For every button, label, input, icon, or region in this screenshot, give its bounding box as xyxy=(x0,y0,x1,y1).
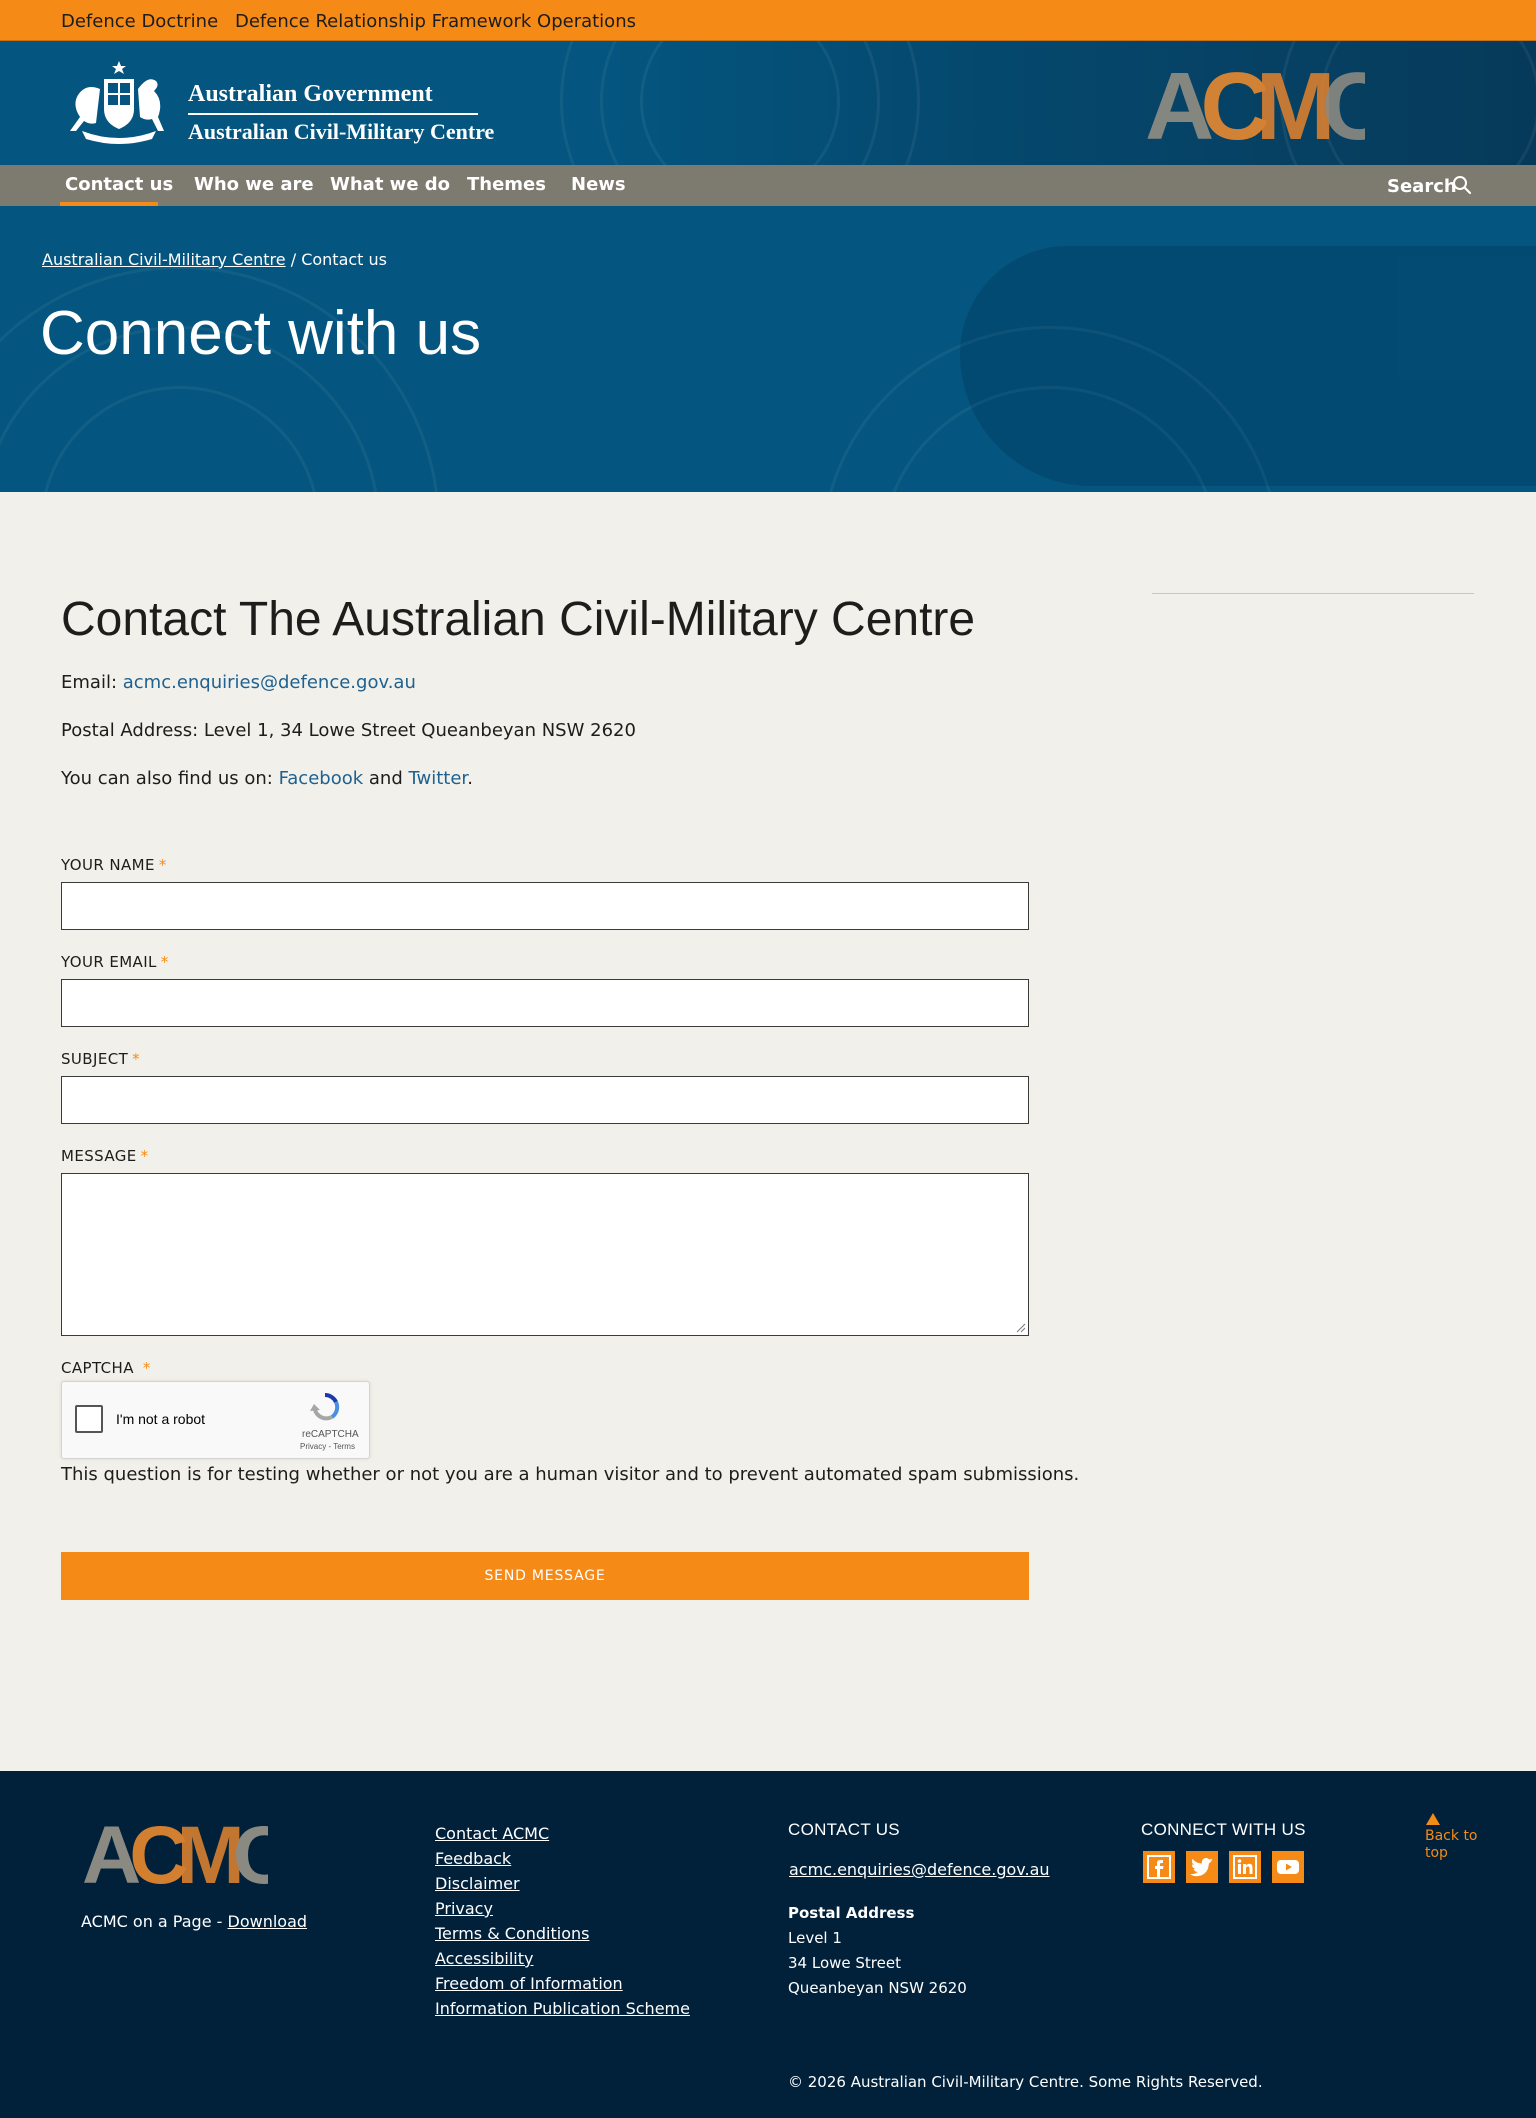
captcha-help-text: This question is for testing whether or … xyxy=(61,1464,1080,1485)
nav-themes[interactable]: Themes xyxy=(467,174,546,195)
download-link[interactable]: Download xyxy=(228,1912,308,1931)
nav-what-we-do[interactable]: What we do xyxy=(330,174,450,195)
back-to-top-label: Back to top xyxy=(1425,1828,1478,1861)
twitter-icon[interactable] xyxy=(1186,1851,1218,1883)
nav-contact-us[interactable]: Contact us xyxy=(65,174,173,195)
footer-postal-line: Level 1 xyxy=(788,1929,842,1947)
page-title: Connect with us xyxy=(40,299,482,368)
required-mark: * xyxy=(140,1147,149,1165)
footer-postal-title: Postal Address xyxy=(788,1904,915,1922)
subject-label-text: SUBJECT xyxy=(61,1050,129,1068)
required-mark: * xyxy=(160,953,169,971)
email-line: Email: acmc.enquiries@defence.gov.au xyxy=(61,672,416,693)
coat-of-arms-icon[interactable] xyxy=(60,59,178,145)
name-input[interactable] xyxy=(61,882,1029,930)
utility-bar: Defence Doctrine Defence Relationship Fr… xyxy=(0,0,1536,41)
recaptcha-privacy-terms[interactable]: Privacy - Terms xyxy=(300,1442,355,1451)
facebook-link[interactable]: Facebook xyxy=(279,768,364,789)
breadcrumb-separator: / xyxy=(290,250,297,269)
recaptcha-checkbox[interactable] xyxy=(75,1405,103,1433)
recaptcha-brand: reCAPTCHA xyxy=(302,1429,359,1440)
required-mark: * xyxy=(142,1359,151,1377)
hero-map-shape xyxy=(960,246,1536,486)
footer-postal-line: 34 Lowe Street xyxy=(788,1954,901,1972)
twitter-link[interactable]: Twitter xyxy=(409,768,468,789)
captcha-label-text: CAPTCHA xyxy=(61,1359,134,1377)
footer-link-disclaimer[interactable]: Disclaimer xyxy=(435,1871,690,1896)
social-prefix: You can also find us on: xyxy=(61,768,273,789)
recaptcha-icon xyxy=(310,1392,340,1421)
nav-news[interactable]: News xyxy=(571,174,626,195)
email-input[interactable] xyxy=(61,979,1029,1027)
send-message-button[interactable]: SEND MESSAGE xyxy=(61,1552,1029,1600)
required-mark: * xyxy=(132,1050,141,1068)
footer-link-ips[interactable]: Information Publication Scheme xyxy=(435,1996,690,2021)
footer-email-link[interactable]: acmc.enquiries@defence.gov.au xyxy=(789,1860,1050,1879)
email-field-label: YOUR EMAIL * xyxy=(61,953,169,971)
on-page-label: ACMC on a Page - xyxy=(81,1912,223,1931)
recaptcha-text: I'm not a robot xyxy=(116,1411,206,1427)
footer-link-privacy[interactable]: Privacy xyxy=(435,1896,690,1921)
breadcrumb: Australian Civil-Military Centre / Conta… xyxy=(42,250,387,269)
footer-link-foi[interactable]: Freedom of Information xyxy=(435,1971,690,1996)
footer-postal-line: Queanbeyan NSW 2620 xyxy=(788,1979,967,1997)
captcha-label: CAPTCHA * xyxy=(61,1359,151,1377)
social-line: You can also find us on: Facebook and Tw… xyxy=(61,768,473,789)
footer-link-contact-acmc[interactable]: Contact ACMC xyxy=(435,1821,690,1846)
postal-address: Postal Address: Level 1, 34 Lowe Street … xyxy=(61,720,636,741)
linkedin-icon[interactable] xyxy=(1229,1851,1261,1883)
footer-link-accessibility[interactable]: Accessibility xyxy=(435,1946,690,1971)
site-header: Australian Government Australian Civil-M… xyxy=(0,41,1536,165)
search-button[interactable]: Search xyxy=(1387,176,1457,197)
social-period: . xyxy=(467,768,473,789)
utility-link-defence-doctrine[interactable]: Defence Doctrine xyxy=(61,11,218,32)
acmc-on-a-page: ACMC on a Page - Download xyxy=(81,1912,307,1931)
main-navigation: Contact us Who we are What we do Themes … xyxy=(0,165,1536,206)
name-label-text: YOUR NAME xyxy=(61,856,155,874)
site-footer: ACMC ACMC on a Page - Download Contact A… xyxy=(0,1771,1536,2118)
acmc-logo-text: ACMC xyxy=(1145,59,1365,145)
government-name: Australian Government xyxy=(188,81,433,107)
page-hero: Australian Civil-Military Centre / Conta… xyxy=(0,206,1536,492)
agency-name[interactable]: Australian Civil-Military Centre xyxy=(188,119,494,145)
breadcrumb-current: Contact us xyxy=(301,250,387,269)
contact-heading: Contact The Australian Civil-Military Ce… xyxy=(61,593,976,646)
utility-link-drf-operations[interactable]: Defence Relationship Framework Operation… xyxy=(235,11,636,32)
footer-contact-heading: CONTACT US xyxy=(788,1820,900,1839)
footer-link-feedback[interactable]: Feedback xyxy=(435,1846,690,1871)
facebook-icon[interactable] xyxy=(1143,1851,1175,1883)
copyright: © 2026 Australian Civil-Military Centre.… xyxy=(788,2073,1263,2091)
header-divider xyxy=(188,113,478,115)
arrow-up-icon xyxy=(1426,1813,1440,1825)
resize-handle-icon[interactable] xyxy=(1016,1323,1026,1333)
subject-input[interactable] xyxy=(61,1076,1029,1124)
email-link[interactable]: acmc.enquiries@defence.gov.au xyxy=(123,672,416,693)
message-label: MESSAGE * xyxy=(61,1147,149,1165)
search-icon[interactable] xyxy=(1452,175,1472,195)
email-field-label-text: YOUR EMAIL xyxy=(61,953,157,971)
message-label-text: MESSAGE xyxy=(61,1147,137,1165)
youtube-icon[interactable] xyxy=(1272,1851,1304,1883)
social-and: and xyxy=(368,768,403,789)
email-label: Email: xyxy=(61,672,118,693)
footer-acmc-logo-text: ACMC xyxy=(82,1815,268,1887)
acmc-logo[interactable]: ACMC xyxy=(1145,59,1365,145)
name-label: YOUR NAME * xyxy=(61,856,167,874)
subject-label: SUBJECT * xyxy=(61,1050,140,1068)
footer-connect-heading: CONNECT WITH US xyxy=(1141,1820,1306,1839)
footer-links: Contact ACMC Feedback Disclaimer Privacy… xyxy=(435,1821,690,2021)
breadcrumb-home-link[interactable]: Australian Civil-Military Centre xyxy=(42,250,286,269)
message-textarea[interactable] xyxy=(61,1173,1029,1336)
recaptcha-widget: I'm not a robot reCAPTCHA Privacy - Term… xyxy=(61,1381,370,1459)
required-mark: * xyxy=(158,856,167,874)
nav-who-we-are[interactable]: Who we are xyxy=(194,174,314,195)
sidebar-divider xyxy=(1152,593,1474,594)
footer-acmc-logo[interactable]: ACMC xyxy=(82,1815,268,1887)
footer-link-terms[interactable]: Terms & Conditions xyxy=(435,1921,690,1946)
back-to-top-link[interactable]: Back to top xyxy=(1425,1813,1485,1862)
